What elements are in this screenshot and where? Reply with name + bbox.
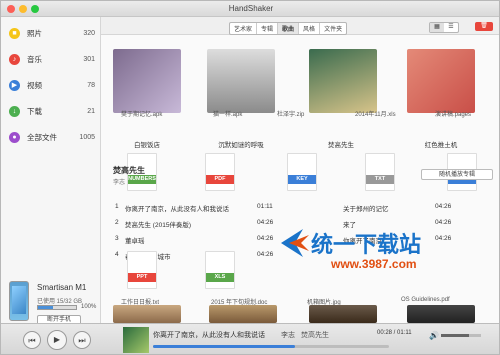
- watermark-text: 统一下载站: [311, 233, 422, 258]
- txt-file-icon[interactable]: TXT: [365, 153, 395, 191]
- video-icon: ▶: [9, 79, 20, 91]
- album-header: 焚高先生: [113, 166, 145, 175]
- sidebar-item-label: 照片: [27, 28, 42, 38]
- previous-track-button[interactable]: ⏮: [23, 331, 41, 349]
- download-icon: ↓: [9, 105, 20, 117]
- tab-folder[interactable]: 文件夹: [319, 23, 346, 34]
- tab-genre[interactable]: 风格: [298, 23, 319, 34]
- sidebar-item-all-files[interactable]: ● 全部文件 1005: [1, 125, 101, 149]
- xls-file-icon[interactable]: XLS: [205, 251, 235, 289]
- pdf-file-icon[interactable]: PDF: [205, 153, 235, 191]
- now-playing-artist: 李志: [281, 332, 295, 339]
- close-window-button[interactable]: [7, 5, 15, 13]
- thumbnail[interactable]: [407, 305, 475, 323]
- category-tabs: 艺术家 专辑 歌曲 风格 文件夹: [229, 22, 348, 35]
- watermark: 统一下载站 www.3987.com: [281, 223, 481, 273]
- file-name: 杜泽宇.zip: [277, 112, 305, 118]
- app-title: HandShaker: [228, 4, 274, 13]
- sidebar-item-count: 1005: [79, 133, 95, 141]
- sidebar-item-label: 下载: [27, 106, 42, 116]
- thumbnail[interactable]: [309, 305, 377, 323]
- sidebar-item-count: 301: [83, 55, 95, 63]
- next-track-button[interactable]: ⏭: [73, 331, 91, 349]
- album-title: 红色推土机: [424, 142, 458, 149]
- volume-icon: 🔊: [429, 331, 439, 340]
- storage-bar: [37, 305, 77, 310]
- sidebar-item-label: 音乐: [27, 54, 42, 64]
- phone-icon: [9, 281, 29, 321]
- file-name: OS Guidelines.pdf: [401, 297, 450, 303]
- sidebar-item-count: 320: [83, 29, 95, 37]
- album-title: 沉默如谜的呼吸: [218, 142, 264, 149]
- device-storage: 已使用 15/32 GB: [37, 299, 83, 305]
- volume-slider[interactable]: [441, 334, 481, 337]
- file-name: 樊于期记忆.apk: [121, 112, 163, 118]
- sidebar-item-label: 视频: [27, 80, 42, 90]
- music-icon: ♪: [9, 53, 20, 65]
- sidebar-item-count: 78: [87, 81, 95, 89]
- tab-artist[interactable]: 艺术家: [230, 23, 256, 34]
- grid-view-icon[interactable]: ▦: [430, 23, 444, 32]
- watermark-logo-icon: [281, 229, 309, 257]
- sidebar-item-count: 21: [87, 107, 95, 115]
- titlebar: HandShaker: [1, 1, 499, 17]
- thumbnail[interactable]: [209, 305, 277, 323]
- app-window: HandShaker ■ 照片 320 ♪ 音乐 301 ▶ 视频 78 ↓ 下…: [0, 0, 500, 355]
- key-file-icon[interactable]: KEY: [287, 153, 317, 191]
- tab-album[interactable]: 专辑: [256, 23, 277, 34]
- tab-songs[interactable]: 歌曲: [277, 23, 299, 34]
- sidebar-item-downloads[interactable]: ↓ 下载 21: [1, 99, 101, 123]
- file-name: 演讲稿.pages: [435, 112, 472, 118]
- album-cover[interactable]: [113, 49, 181, 113]
- ppt-file-icon[interactable]: PPT: [127, 251, 157, 289]
- photo-icon: ■: [9, 27, 20, 39]
- play-button[interactable]: ▶: [47, 330, 67, 350]
- window-controls: [7, 5, 39, 13]
- track-row[interactable]: 关于郑州的记忆 04:26: [333, 203, 493, 215]
- list-view-icon[interactable]: ☰: [444, 23, 458, 32]
- track-row[interactable]: 1 你离开了南京，从此没有人和我说话 01:11: [115, 203, 335, 215]
- minimize-window-button[interactable]: [19, 5, 27, 13]
- player-bar: ⏮ ▶ ⏭ 你离开了南京，从此没有人和我说话 李志 焚高先生 00:28 / 0…: [1, 323, 499, 354]
- now-playing-artwork: [123, 327, 149, 353]
- thumbnail[interactable]: [113, 305, 181, 323]
- album-cover[interactable]: [407, 49, 475, 113]
- album-title: 焚高先生: [328, 142, 354, 149]
- zoom-window-button[interactable]: [31, 5, 39, 13]
- now-playing-title: 你离开了南京，从此没有人和我说话: [153, 332, 265, 339]
- view-toggle: ▦ ☰: [429, 22, 459, 33]
- toolbar: 艺术家 专辑 歌曲 风格 文件夹 ▦ ☰ 🗑: [101, 17, 499, 35]
- album-cover[interactable]: [309, 49, 377, 113]
- watermark-url: www.3987.com: [331, 257, 417, 271]
- sidebar-item-label: 全部文件: [27, 132, 57, 142]
- sidebar-item-video[interactable]: ▶ 视频 78: [1, 73, 101, 97]
- playback-progress-slider[interactable]: [153, 345, 389, 348]
- file-name: 2014年11月.xls: [355, 112, 396, 118]
- trash-icon[interactable]: 🗑: [475, 22, 493, 31]
- shuffle-album-button[interactable]: 随机播放专辑: [421, 169, 493, 180]
- album-artist: 李志: [113, 180, 126, 186]
- playback-time: 00:28 / 01:11: [377, 330, 412, 336]
- sidebar: ■ 照片 320 ♪ 音乐 301 ▶ 视频 78 ↓ 下载 21 ● 全部文件…: [1, 17, 101, 325]
- album-cover[interactable]: [207, 49, 275, 113]
- now-playing-album: 焚高先生: [301, 332, 329, 339]
- sidebar-item-photos[interactable]: ■ 照片 320: [1, 21, 101, 45]
- content-area: 樊于期记忆.apk 猫一样.apk 杜泽宇.zip 2014年11月.xls 演…: [101, 35, 499, 323]
- battery-percent: 100%: [81, 304, 97, 310]
- album-title: 白银饭店: [134, 142, 160, 149]
- files-icon: ●: [9, 131, 20, 143]
- sidebar-item-music[interactable]: ♪ 音乐 301: [1, 47, 101, 71]
- device-name: Smartisan M1: [37, 283, 87, 292]
- file-name: 猫一样.apk: [213, 112, 243, 118]
